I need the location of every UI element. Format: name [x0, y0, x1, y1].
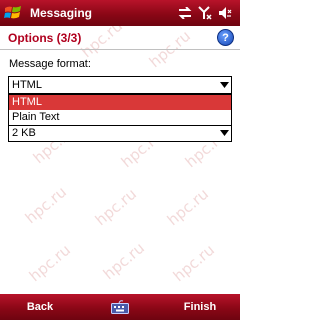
message-size-value: 2 KB — [12, 127, 36, 139]
watermark: hpc.ru — [99, 238, 148, 284]
watermark: hpc.ru — [91, 184, 140, 230]
dropdown-option-plain-text[interactable]: Plain Text — [9, 110, 231, 125]
signal-off-icon[interactable] — [198, 6, 212, 20]
finish-button[interactable]: Finish — [160, 301, 240, 313]
title-bar: Messaging — [0, 0, 240, 26]
menu-bar: Back Finish — [0, 294, 240, 320]
watermark: hpc.ru — [21, 182, 70, 228]
keyboard-icon[interactable] — [100, 294, 140, 320]
connectivity-icon[interactable] — [178, 7, 192, 19]
chevron-down-icon[interactable] — [217, 125, 231, 141]
message-format-value: HTML — [12, 79, 42, 91]
page-header: Options (3/3) ? — [0, 26, 240, 50]
message-format-label: Message format: — [9, 58, 91, 70]
message-size-select[interactable]: 2 KB — [8, 124, 232, 142]
app-title: Messaging — [30, 6, 93, 20]
message-format-dropdown: HTML Plain Text — [8, 94, 232, 126]
dropdown-option-html[interactable]: HTML — [9, 95, 231, 110]
volume-off-icon[interactable] — [218, 6, 232, 20]
chevron-down-icon[interactable] — [217, 77, 231, 93]
watermark: hpc.ru — [169, 240, 218, 286]
page-title: Options (3/3) — [8, 30, 82, 45]
watermark: hpc.ru — [163, 184, 212, 230]
back-button[interactable]: Back — [0, 301, 80, 313]
help-icon[interactable]: ? — [217, 29, 234, 46]
windows-start-icon[interactable] — [0, 0, 26, 26]
watermark: hpc.ru — [25, 240, 74, 286]
message-format-select[interactable]: HTML — [8, 76, 232, 94]
system-tray — [178, 6, 232, 20]
